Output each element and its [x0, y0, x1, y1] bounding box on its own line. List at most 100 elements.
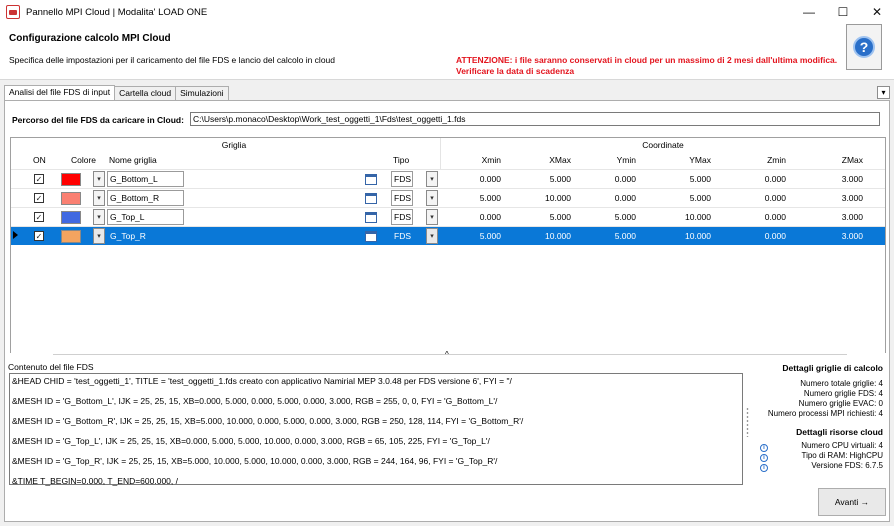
chevron-down-icon: ▾ — [881, 88, 886, 97]
chevron-down-icon[interactable]: ▾ — [426, 171, 438, 187]
chevron-down-icon[interactable]: ▾ — [93, 171, 105, 187]
chevron-down-icon[interactable]: ▾ — [426, 209, 438, 225]
zmin-cell[interactable]: 0.000 — [726, 208, 786, 226]
mesh-name-field[interactable]: G_Top_R — [107, 228, 184, 244]
help-button[interactable]: ? — [846, 24, 882, 70]
col-header-tipo: Tipo — [393, 155, 410, 165]
calendar-icon[interactable] — [365, 211, 377, 223]
mesh-name-field[interactable]: G_Bottom_L — [107, 171, 184, 187]
col-header-zmax: ZMax — [841, 155, 863, 165]
xmax-cell[interactable]: 10.000 — [511, 189, 571, 207]
expiry-warning: ATTENZIONE: i file saranno conservati in… — [456, 55, 837, 77]
chevron-down-icon[interactable]: ▾ — [93, 190, 105, 206]
ymax-cell[interactable]: 5.000 — [651, 170, 711, 188]
fds-content-textbox[interactable]: &HEAD CHID = 'test_oggetti_1', TITLE = '… — [9, 373, 743, 486]
ymax-cell[interactable]: 10.000 — [651, 208, 711, 226]
mesh-name-field[interactable]: G_Top_L — [107, 209, 184, 225]
ymax-cell[interactable]: 5.000 — [651, 189, 711, 207]
chevron-down-icon[interactable]: ▾ — [93, 209, 105, 225]
ymin-cell[interactable]: 0.000 — [576, 189, 636, 207]
col-header-xmin: Xmin — [481, 155, 501, 165]
next-button[interactable]: Avanti → — [818, 488, 886, 516]
on-checkbox[interactable]: ✓ — [34, 174, 44, 184]
zmin-cell[interactable]: 0.000 — [726, 189, 786, 207]
tab-simulazioni[interactable]: Simulazioni — [175, 86, 229, 100]
chevron-down-icon[interactable]: ▾ — [426, 190, 438, 206]
grid-detail-line: Numero griglie EVAC: 0 — [798, 399, 883, 408]
on-checkbox[interactable]: ✓ — [34, 231, 44, 241]
chevron-up-icon[interactable]: ^ — [445, 350, 449, 359]
minimize-button[interactable]: — — [792, 0, 826, 24]
splitter[interactable] — [53, 354, 847, 355]
fds-line: &MESH ID = 'G_Bottom_R', IJK = 25, 25, 1… — [12, 416, 524, 426]
header: Configurazione calcolo MPI Cloud Specifi… — [0, 24, 894, 80]
color-swatch[interactable] — [61, 229, 81, 243]
ymax-cell[interactable]: 10.000 — [651, 227, 711, 245]
ymin-cell[interactable]: 5.000 — [576, 208, 636, 226]
close-button[interactable]: ✕ — [860, 0, 894, 24]
vertical-splitter-grip[interactable] — [746, 407, 749, 437]
color-swatch[interactable] — [61, 172, 81, 186]
type-field[interactable]: FDS — [391, 171, 413, 187]
col-header-xmax: XMax — [549, 155, 571, 165]
xmax-cell[interactable]: 10.000 — [511, 227, 571, 245]
color-swatch[interactable] — [61, 191, 81, 205]
help-icon: ? — [853, 36, 875, 58]
page-subtitle: Specifica delle impostazioni per il cari… — [9, 55, 335, 65]
grid-details-title: Dettagli griglie di calcolo — [782, 363, 883, 373]
group-header-coordinate: Coordinate — [642, 139, 684, 150]
fds-line: &MESH ID = 'G_Bottom_L', IJK = 25, 25, 1… — [12, 396, 498, 406]
xmax-cell[interactable]: 5.000 — [511, 208, 571, 226]
maximize-button[interactable]: ☐ — [826, 0, 860, 24]
zmin-cell[interactable]: 0.000 — [726, 170, 786, 188]
col-header-nome: Nome griglia — [109, 155, 157, 165]
zmax-cell[interactable]: 3.000 — [803, 227, 863, 245]
table-row[interactable]: ✓ ▾ G_Bottom_R FDS ▾ 5.000 10.000 0.000 5.000 0.0… — [11, 188, 885, 207]
calendar-icon[interactable] — [365, 173, 377, 185]
xmin-cell[interactable]: 5.000 — [441, 189, 501, 207]
ymin-cell[interactable]: 5.000 — [576, 227, 636, 245]
zmin-cell[interactable]: 0.000 — [726, 227, 786, 245]
xmin-cell[interactable]: 0.000 — [441, 170, 501, 188]
xmin-cell[interactable]: 5.000 — [441, 227, 501, 245]
tab-list-dropdown[interactable]: ▾ — [877, 86, 890, 99]
table-row[interactable]: ✓ ▾ G_Bottom_L FDS ▾ 0.000 5.000 0.000 5.000 0.00… — [11, 169, 885, 188]
color-swatch[interactable] — [61, 210, 81, 224]
grid-detail-line: Numero processi MPI richiesti: 4 — [767, 409, 883, 418]
ymin-cell[interactable]: 0.000 — [576, 170, 636, 188]
xmax-cell[interactable]: 5.000 — [511, 170, 571, 188]
path-label: Percorso del file FDS da caricare in Clo… — [12, 115, 184, 125]
col-header-ymin: Ymin — [616, 155, 636, 165]
zmax-cell[interactable]: 3.000 — [803, 170, 863, 188]
tab-analisi[interactable]: Analisi del file FDS di input — [4, 85, 116, 100]
type-field[interactable]: FDS — [391, 190, 413, 206]
zmax-cell[interactable]: 3.000 — [803, 208, 863, 226]
window-title: Pannello MPI Cloud | Modalita' LOAD ONE — [26, 6, 208, 18]
mesh-grid: Griglia Coordinate ON Colore Nome grigli… — [10, 137, 886, 353]
col-header-on: ON — [33, 155, 46, 165]
on-checkbox[interactable]: ✓ — [34, 193, 44, 203]
warning-line-1: ATTENZIONE: i file saranno conservati in… — [456, 55, 838, 65]
xmin-cell[interactable]: 0.000 — [441, 208, 501, 226]
chevron-down-icon[interactable]: ▾ — [93, 228, 105, 244]
grid-detail-line: Numero griglie FDS: 4 — [803, 389, 883, 398]
cloud-detail-line: Versione FDS: 6.7.5 — [811, 461, 883, 470]
mesh-name-field[interactable]: G_Bottom_R — [107, 190, 184, 206]
fds-path-input[interactable]: C:\Users\p.monaco\Desktop\Work_test_ogge… — [190, 112, 880, 126]
chevron-down-icon[interactable]: ▾ — [426, 228, 438, 244]
content-label: Contenuto del file FDS — [8, 362, 94, 372]
on-checkbox[interactable]: ✓ — [34, 212, 44, 222]
info-icon[interactable]: i — [760, 464, 768, 472]
table-row[interactable]: ✓ ▾ G_Top_R FDS ▾ 5.000 10.000 5.000 10.000 0.000… — [11, 226, 885, 245]
grid-detail-line: Numero totale griglie: 4 — [800, 379, 883, 388]
calendar-icon[interactable] — [365, 230, 377, 242]
tab-cartella-cloud[interactable]: Cartella cloud — [114, 86, 177, 100]
col-header-ymax: YMax — [689, 155, 711, 165]
calendar-icon[interactable] — [365, 192, 377, 204]
info-icon[interactable]: i — [760, 444, 768, 452]
info-icon[interactable]: i — [760, 454, 768, 462]
type-field[interactable]: FDS — [391, 228, 413, 244]
type-field[interactable]: FDS — [391, 209, 413, 225]
zmax-cell[interactable]: 3.000 — [803, 189, 863, 207]
table-row[interactable]: ✓ ▾ G_Top_L FDS ▾ 0.000 5.000 5.000 10.000 0.000 3… — [11, 207, 885, 226]
